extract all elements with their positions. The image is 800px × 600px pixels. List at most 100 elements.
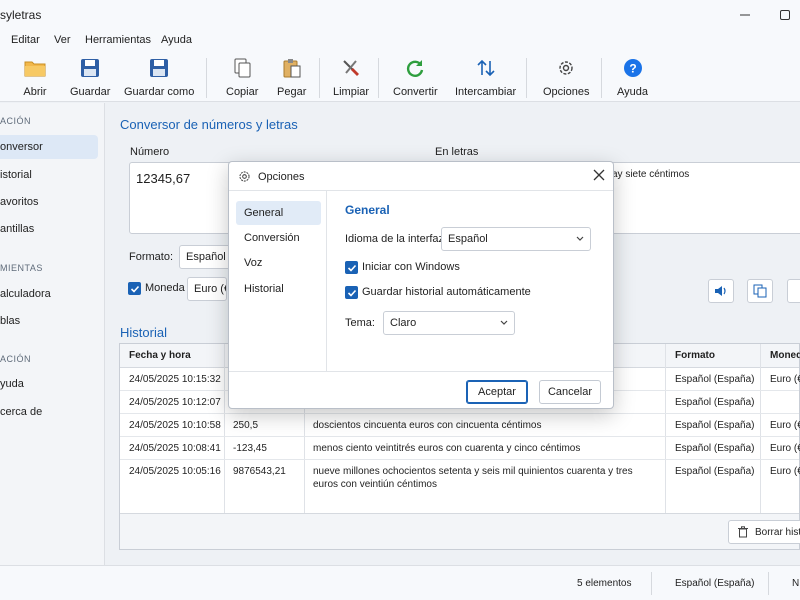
maximize-icon [780, 10, 790, 20]
history-title: Historial [120, 325, 167, 340]
sidebar-section-label: MIENTAS [0, 263, 43, 273]
sidebar-item-favorites[interactable]: avoritos [0, 190, 98, 214]
save-as-button[interactable]: Guardar como [124, 56, 194, 100]
menu-ayuda[interactable]: Ayuda [161, 34, 192, 46]
copy-icon [230, 56, 254, 80]
dialog-title: Opciones [258, 171, 305, 183]
theme-label: Tema: [345, 317, 375, 329]
sidebar-item-converter[interactable]: onversor [0, 135, 98, 159]
sidebar-item-help[interactable]: yuda [0, 372, 98, 396]
folder-icon [23, 56, 47, 80]
minimize-button[interactable] [735, 5, 755, 25]
speak-button[interactable] [708, 279, 734, 303]
swap-vertical-icon [474, 56, 498, 80]
more-button[interactable] [787, 279, 800, 303]
currency-checkbox[interactable] [128, 282, 141, 295]
close-icon [593, 169, 605, 181]
dialog-nav-general[interactable]: General [236, 201, 321, 225]
currency-label: Moneda [145, 282, 185, 294]
clear-history-button[interactable]: Borrar histo [728, 520, 800, 544]
cancel-button[interactable]: Cancelar [539, 380, 601, 404]
help-button[interactable]: ? Ayuda [617, 56, 648, 100]
paste-button[interactable]: Pegar [277, 56, 306, 100]
number-label: Número [130, 146, 170, 158]
toolbar-separator [526, 58, 527, 98]
floppy-icon [147, 56, 171, 80]
menu-herramientas[interactable]: Herramientas [85, 34, 151, 46]
maximize-button[interactable] [775, 5, 795, 25]
sidebar-section-label: ACIÓN [0, 354, 32, 364]
column-header-format: Formato [675, 350, 715, 361]
status-count: 5 elementos [577, 578, 632, 589]
save-button[interactable]: Guardar [70, 56, 110, 100]
number-value: 12345,67 [136, 171, 191, 186]
save-history-label: Guardar historial automáticamente [362, 286, 531, 298]
chevron-down-icon [576, 236, 584, 241]
copy-button[interactable]: Copiar [226, 56, 258, 100]
status-locale: Español (España) [675, 578, 755, 589]
dialog-close-button[interactable] [593, 169, 607, 183]
dialog-nav-voice[interactable]: Voz [236, 251, 321, 275]
trash-icon [738, 526, 748, 538]
check-icon [347, 264, 356, 272]
copy-result-button[interactable] [747, 279, 773, 303]
chevron-down-icon [500, 320, 508, 325]
sidebar-item-tables[interactable]: blas [0, 309, 98, 333]
table-row[interactable]: 24/05/2025 10:05:16 9876543,21 nueve mil… [120, 460, 800, 514]
start-windows-checkbox[interactable] [345, 261, 358, 274]
table-row[interactable]: 24/05/2025 10:08:41 -123,45 menos ciento… [120, 437, 800, 460]
status-extra: N [792, 578, 800, 589]
column-header-currency: Moned [770, 350, 800, 361]
options-button[interactable]: Opciones [543, 56, 589, 100]
window-title: syletras [0, 8, 42, 22]
menu-ver[interactable]: Ver [54, 34, 71, 46]
dialog-footer: Aceptar Cancelar [229, 371, 613, 409]
letters-value: ay siete céntimos [612, 169, 690, 180]
sidebar-item-templates[interactable]: antillas [0, 217, 98, 241]
convert-button[interactable]: Convertir [393, 56, 438, 100]
dialog-section-title: General [345, 203, 390, 217]
copy-icon [753, 284, 767, 298]
column-header-date: Fecha y hora [129, 350, 191, 361]
gear-icon [239, 171, 250, 182]
help-circle-icon: ? [621, 56, 645, 80]
sidebar-item-history[interactable]: istorial [0, 163, 98, 187]
clipboard-icon [280, 56, 304, 80]
save-history-checkbox[interactable] [345, 286, 358, 299]
dialog-nav: General Conversión Voz Historial [229, 191, 327, 371]
floppy-icon [78, 56, 102, 80]
menu-editar[interactable]: Editar [11, 34, 40, 46]
clear-button[interactable]: Limpiar [333, 56, 369, 100]
dialog-nav-conversion[interactable]: Conversión [236, 226, 321, 250]
svg-text:?: ? [629, 62, 636, 76]
swap-button[interactable]: Intercambiar [455, 56, 516, 100]
currency-select[interactable]: Euro (€) [187, 277, 227, 301]
theme-select[interactable]: Claro [383, 311, 515, 335]
toolbar: Abrir Guardar Guardar como Copiar Pegar … [0, 52, 800, 102]
broom-icon [339, 56, 363, 80]
speaker-icon [715, 286, 726, 296]
start-windows-label: Iniciar con Windows [362, 261, 460, 273]
accept-button[interactable]: Aceptar [466, 380, 528, 404]
sidebar-section-label: ACIÓN [0, 116, 32, 126]
options-dialog: Opciones General Conversión Voz Historia… [228, 161, 614, 409]
sidebar-item-about[interactable]: cerca de [0, 400, 98, 424]
check-icon [347, 289, 356, 297]
sidebar-item-calculator[interactable]: alculadora [0, 282, 98, 306]
refresh-icon [403, 56, 427, 80]
toolbar-separator [319, 58, 320, 98]
letters-label: En letras [435, 146, 479, 158]
language-select[interactable]: Español [441, 227, 591, 251]
table-row[interactable]: 24/05/2025 10:10:58 250,5 doscientos cin… [120, 414, 800, 437]
language-label: Idioma de la interfaz: [345, 233, 448, 245]
title-bar: syletras [0, 0, 800, 30]
status-bar: 5 elementos Español (España) N [0, 565, 800, 600]
gear-icon [554, 56, 578, 80]
open-button[interactable]: Abrir [23, 56, 47, 100]
dialog-title-bar: Opciones [229, 162, 613, 191]
check-icon [130, 285, 139, 293]
toolbar-separator [601, 58, 602, 98]
converter-title: Conversor de números y letras [120, 117, 298, 132]
dialog-nav-history[interactable]: Historial [236, 277, 321, 301]
table-footer: Borrar histo [120, 513, 800, 549]
